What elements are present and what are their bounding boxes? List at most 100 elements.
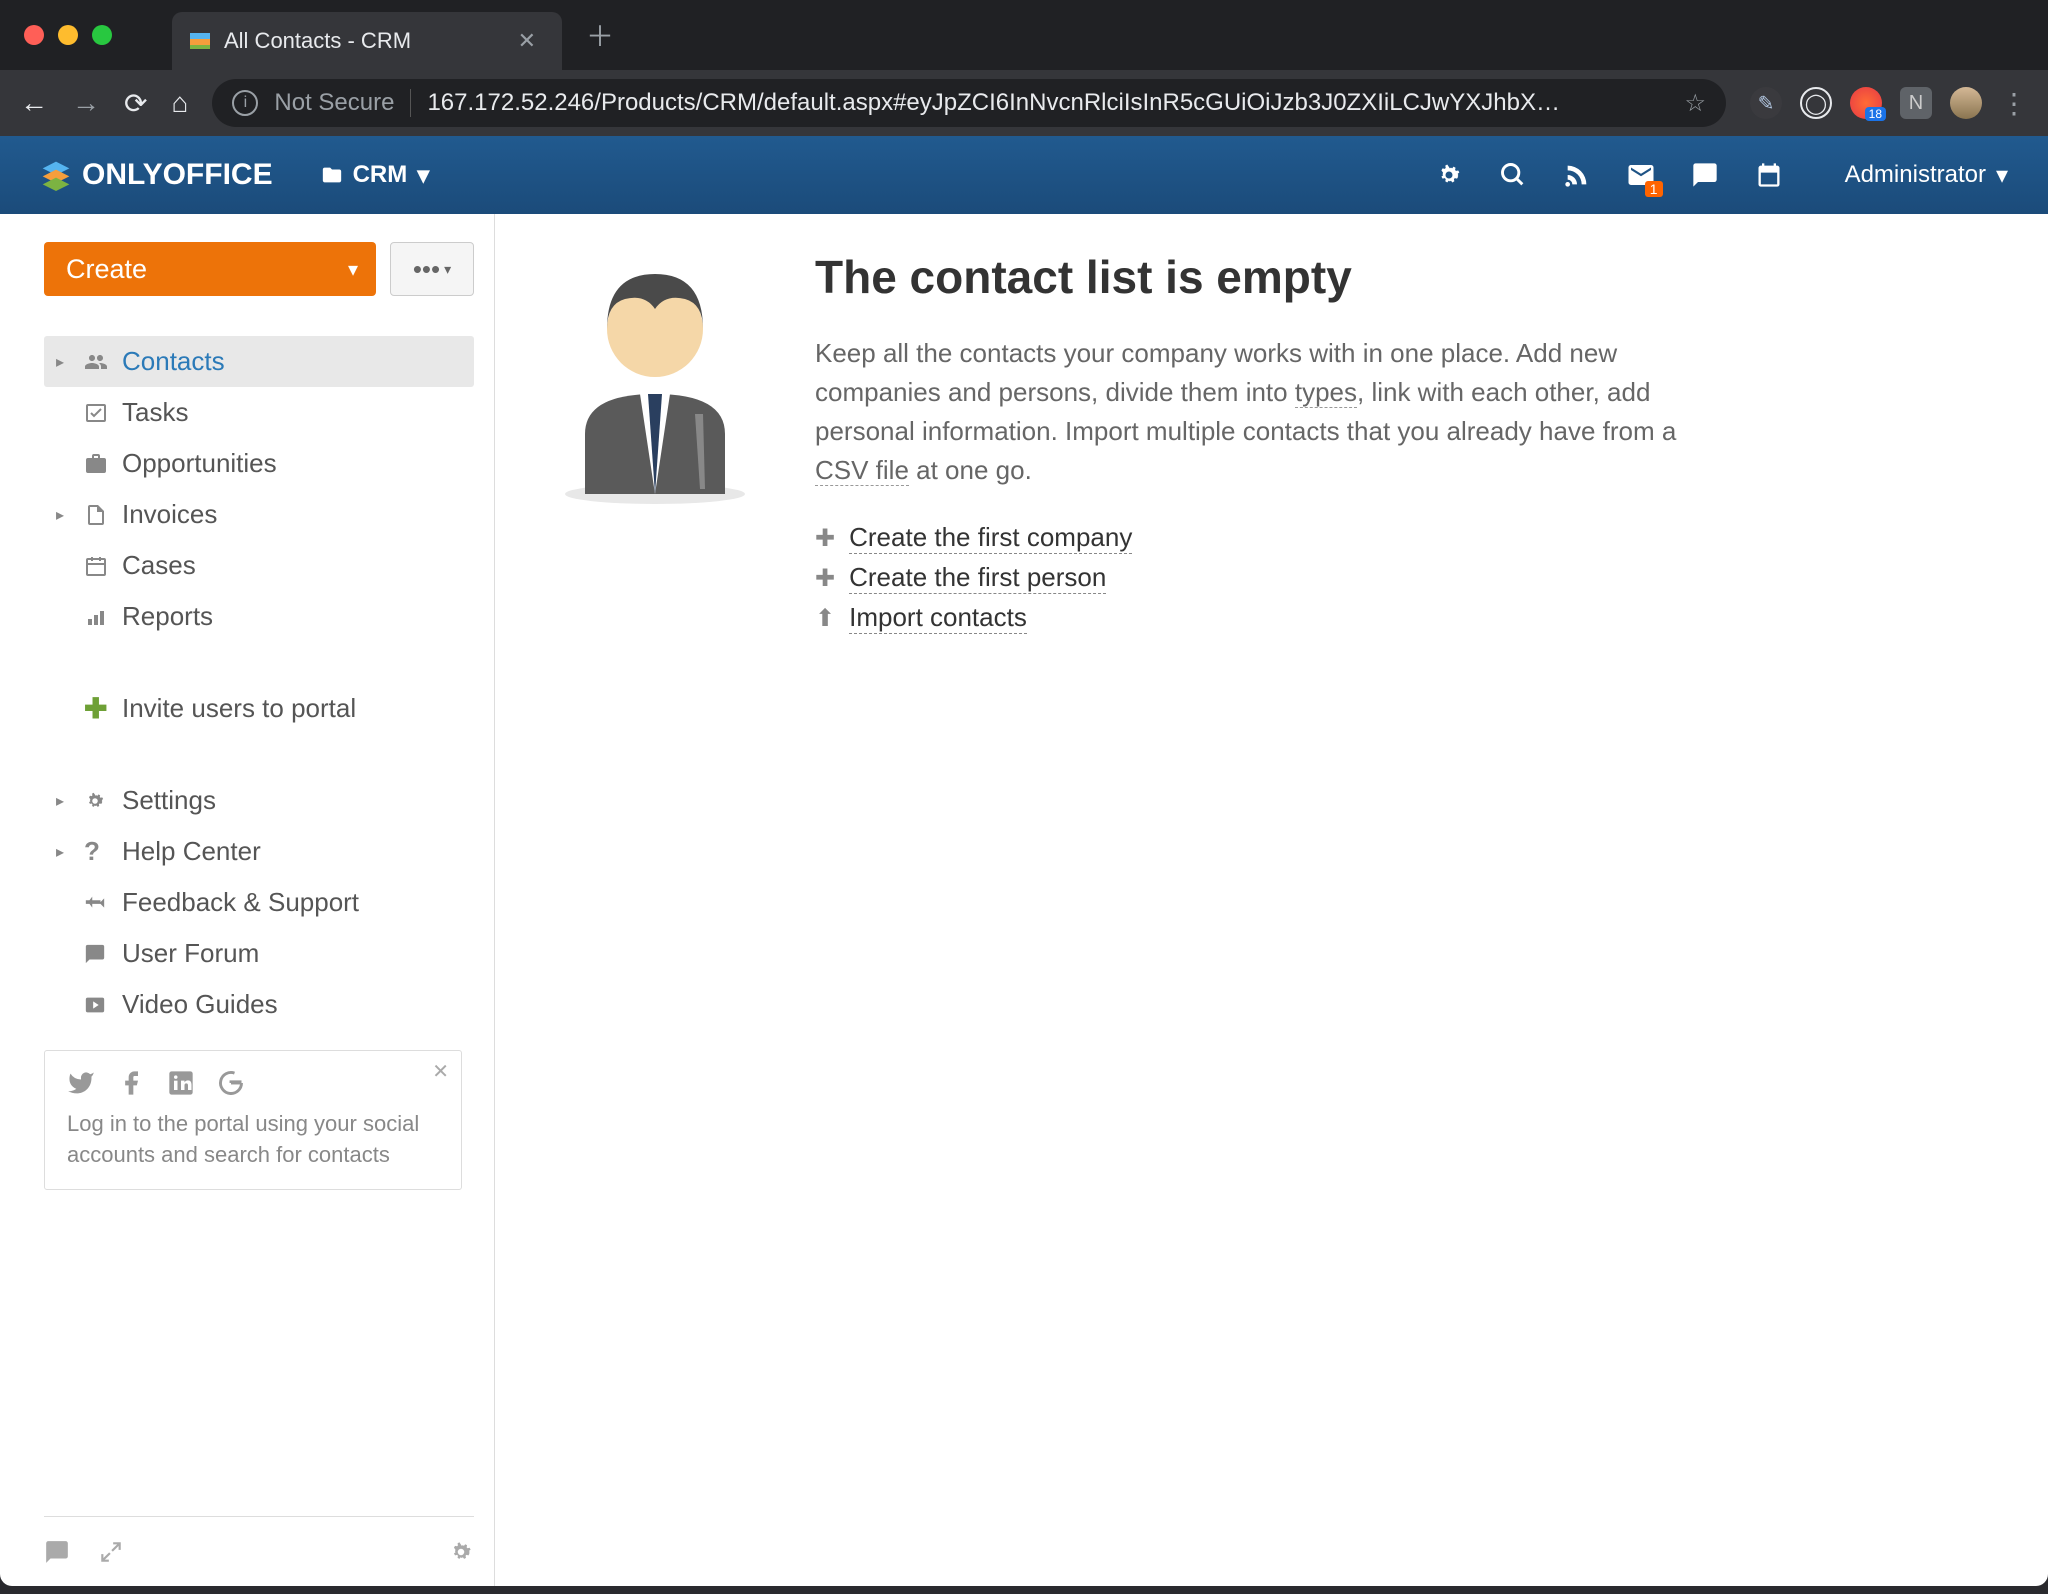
- mail-badge: 1: [1645, 181, 1663, 197]
- sidebar-item-label: User Forum: [122, 938, 259, 969]
- chart-icon: [84, 605, 108, 629]
- close-window-button[interactable]: [24, 25, 44, 45]
- megaphone-icon: [84, 892, 108, 914]
- facebook-icon[interactable]: [117, 1069, 145, 1097]
- chevron-down-icon: ▾: [417, 161, 429, 190]
- contacts-icon: [84, 350, 108, 374]
- sidebar-item-video[interactable]: Video Guides: [44, 979, 474, 1030]
- sidebar-item-contacts[interactable]: ▸ Contacts: [44, 336, 474, 387]
- back-button[interactable]: ←: [20, 87, 48, 119]
- create-person-link[interactable]: Create the first person: [849, 562, 1106, 594]
- close-icon[interactable]: ✕: [432, 1059, 449, 1084]
- sidebar-item-invoices[interactable]: ▸ Invoices: [44, 489, 474, 540]
- bookmark-star-icon[interactable]: ☆: [1684, 89, 1706, 118]
- create-company-link[interactable]: Create the first company: [849, 522, 1132, 554]
- feed-icon[interactable]: [1559, 157, 1595, 193]
- sidebar-footer: [44, 1516, 474, 1586]
- sidebar-item-label: Contacts: [122, 346, 225, 377]
- help-icon: ?: [84, 836, 108, 867]
- sidebar-item-label: Invite users to portal: [122, 693, 356, 724]
- chat-icon[interactable]: [1687, 157, 1723, 193]
- import-contacts-link[interactable]: Import contacts: [849, 602, 1027, 634]
- site-info-icon[interactable]: i: [232, 90, 258, 116]
- sidebar-item-settings[interactable]: ▸ Settings: [44, 775, 474, 826]
- empty-state-description: Keep all the contacts your company works…: [815, 334, 1695, 490]
- reload-button[interactable]: ⟳: [124, 87, 147, 120]
- tasks-icon: [84, 401, 108, 425]
- sidebar-item-label: Video Guides: [122, 989, 278, 1020]
- forward-button[interactable]: →: [72, 87, 100, 119]
- social-hint-text: Log in to the portal using your social a…: [67, 1109, 439, 1171]
- browser-toolbar: ← → ⟳ ⌂ i Not Secure 167.172.52.246/Prod…: [0, 70, 2048, 136]
- sidebar-item-label: Tasks: [122, 397, 188, 428]
- tab-close-button[interactable]: ✕: [512, 28, 542, 54]
- sidebar-item-label: Reports: [122, 601, 213, 632]
- profile-avatar[interactable]: [1950, 87, 1982, 119]
- sidebar-item-feedback[interactable]: Feedback & Support: [44, 877, 474, 928]
- plus-icon: ✚: [815, 564, 835, 593]
- tab-title: All Contacts - CRM: [224, 28, 500, 54]
- url-text: 167.172.52.246/Products/CRM/default.aspx…: [427, 89, 1668, 117]
- browser-tab[interactable]: All Contacts - CRM ✕: [172, 12, 562, 70]
- sidebar-item-label: Opportunities: [122, 448, 277, 479]
- new-tab-button[interactable]: ＋: [586, 15, 614, 55]
- types-link[interactable]: types: [1295, 377, 1357, 408]
- browser-menu-button[interactable]: ⋮: [2000, 87, 2028, 120]
- brand-name: ONLYOFFICE: [82, 158, 273, 192]
- sidebar-item-help[interactable]: ▸ ? Help Center: [44, 826, 474, 877]
- home-button[interactable]: ⌂: [171, 87, 188, 119]
- expand-icon: ▸: [56, 505, 70, 525]
- search-icon[interactable]: [1495, 157, 1531, 193]
- calendar-icon[interactable]: [1751, 157, 1787, 193]
- sidebar-item-cases[interactable]: Cases: [44, 540, 474, 591]
- main-content: The contact list is empty Keep all the c…: [495, 214, 2048, 1586]
- social-login-hint: ✕ Log in to the portal using your social…: [44, 1050, 462, 1190]
- sidebar-item-label: Help Center: [122, 836, 261, 867]
- chevron-down-icon: ▾: [1996, 161, 2008, 190]
- tab-favicon-icon: [188, 29, 212, 53]
- app-header: ONLYOFFICE CRM ▾ 1 Administrator ▾: [0, 136, 2048, 214]
- create-button[interactable]: Create: [44, 242, 376, 296]
- play-icon: [84, 994, 108, 1016]
- gear-icon[interactable]: [448, 1539, 474, 1565]
- extension-badge: 18: [1865, 107, 1886, 121]
- extension-icon[interactable]: ✎: [1750, 87, 1782, 119]
- user-menu[interactable]: Administrator ▾: [1845, 161, 2008, 190]
- extension-icon[interactable]: 18: [1850, 87, 1882, 119]
- settings-gear-icon[interactable]: [1431, 157, 1467, 193]
- expand-icon[interactable]: [98, 1539, 124, 1565]
- extension-icon[interactable]: N: [1900, 87, 1932, 119]
- sidebar-item-opportunities[interactable]: Opportunities: [44, 438, 474, 489]
- google-icon[interactable]: [217, 1069, 245, 1097]
- window-controls: [24, 25, 112, 45]
- module-selector[interactable]: CRM ▾: [321, 161, 430, 190]
- chat-icon[interactable]: [44, 1539, 70, 1565]
- folder-icon: [321, 164, 343, 186]
- browser-tab-bar: All Contacts - CRM ✕ ＋: [0, 0, 2048, 70]
- mail-icon[interactable]: 1: [1623, 157, 1659, 193]
- sidebar-item-tasks[interactable]: Tasks: [44, 387, 474, 438]
- empty-state-actions: ✚Create the first company ✚Create the fi…: [815, 518, 1695, 638]
- extension-icon[interactable]: ◯: [1800, 87, 1832, 119]
- sidebar-item-forum[interactable]: User Forum: [44, 928, 474, 979]
- minimize-window-button[interactable]: [58, 25, 78, 45]
- gear-icon: [84, 790, 108, 812]
- brand-logo[interactable]: ONLYOFFICE: [40, 158, 273, 192]
- twitter-icon[interactable]: [67, 1069, 95, 1097]
- sidebar-item-label: Settings: [122, 785, 216, 816]
- sidebar-item-invite[interactable]: ✚ Invite users to portal: [44, 682, 474, 735]
- linkedin-icon[interactable]: [167, 1069, 195, 1097]
- maximize-window-button[interactable]: [92, 25, 112, 45]
- empty-state-title: The contact list is empty: [815, 250, 1695, 304]
- sidebar-item-label: Invoices: [122, 499, 217, 530]
- sidebar-nav: ▸ Contacts Tasks Opportunities ▸: [44, 336, 474, 642]
- briefcase-icon: [84, 452, 108, 476]
- sidebar-item-reports[interactable]: Reports: [44, 591, 474, 642]
- upload-icon: ⬆: [815, 604, 835, 633]
- csv-link[interactable]: CSV file: [815, 455, 909, 486]
- more-actions-button[interactable]: ••• ▾: [390, 242, 474, 296]
- address-bar[interactable]: i Not Secure 167.172.52.246/Products/CRM…: [212, 79, 1726, 127]
- module-label: CRM: [353, 161, 408, 189]
- expand-icon: ▸: [56, 352, 70, 372]
- user-name: Administrator: [1845, 161, 1986, 189]
